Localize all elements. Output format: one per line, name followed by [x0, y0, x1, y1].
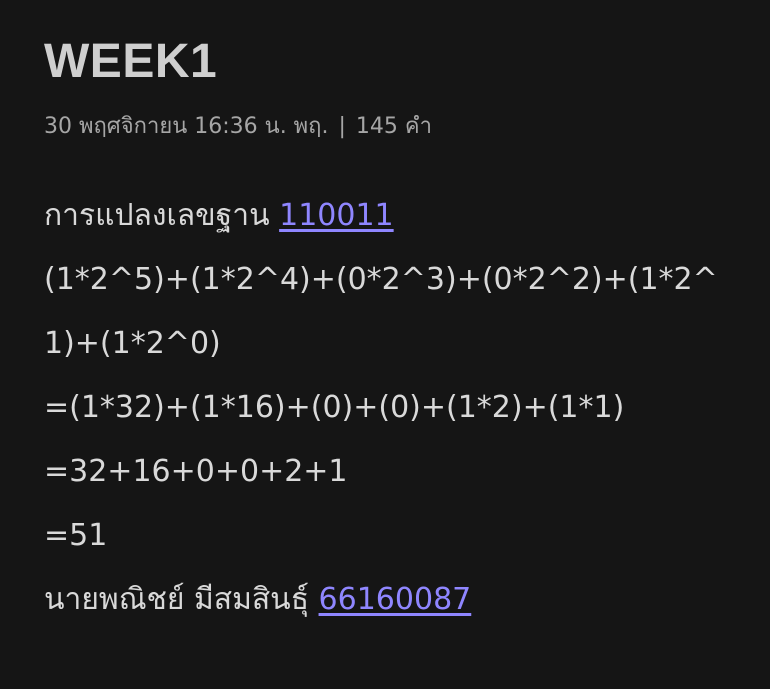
note-meta: 30 พฤศจิกายน 16:36 น. พฤ. | 145 คำ: [44, 112, 726, 142]
body-line-2: (1*2^5)+(1*2^4)+(0*2^3)+(0*2^2)+(1*2^1)+…: [44, 262, 718, 361]
body-line-5: =51: [44, 518, 108, 553]
body-line-1: การแปลงเลขฐาน 110011: [44, 184, 726, 248]
note-view: WEEK1 30 พฤศจิกายน 16:36 น. พฤ. | 145 คำ ก…: [0, 0, 770, 689]
meta-separator: |: [338, 114, 346, 139]
line-1-text: การแปลงเลขฐาน: [44, 198, 280, 233]
body-line-3: =(1*32)+(1*16)+(0)+(0)+(1*2)+(1*1): [44, 390, 625, 425]
note-word-count: 145 คำ: [355, 114, 432, 139]
body-line-4: =32+16+0+0+2+1: [44, 454, 348, 489]
note-title[interactable]: WEEK1: [44, 34, 726, 90]
student-id-link[interactable]: 66160087: [319, 582, 472, 617]
note-body[interactable]: การแปลงเลขฐาน 110011 (1*2^5)+(1*2^4)+(0*…: [44, 184, 726, 632]
note-datetime: 30 พฤศจิกายน 16:36 น. พฤ.: [44, 114, 329, 139]
body-line-6: นายพณิชย์ มีสมสินธุ์ 66160087: [44, 568, 726, 632]
binary-number-link[interactable]: 110011: [279, 198, 394, 233]
line-6-text: นายพณิชย์ มีสมสินธุ์: [44, 582, 319, 617]
